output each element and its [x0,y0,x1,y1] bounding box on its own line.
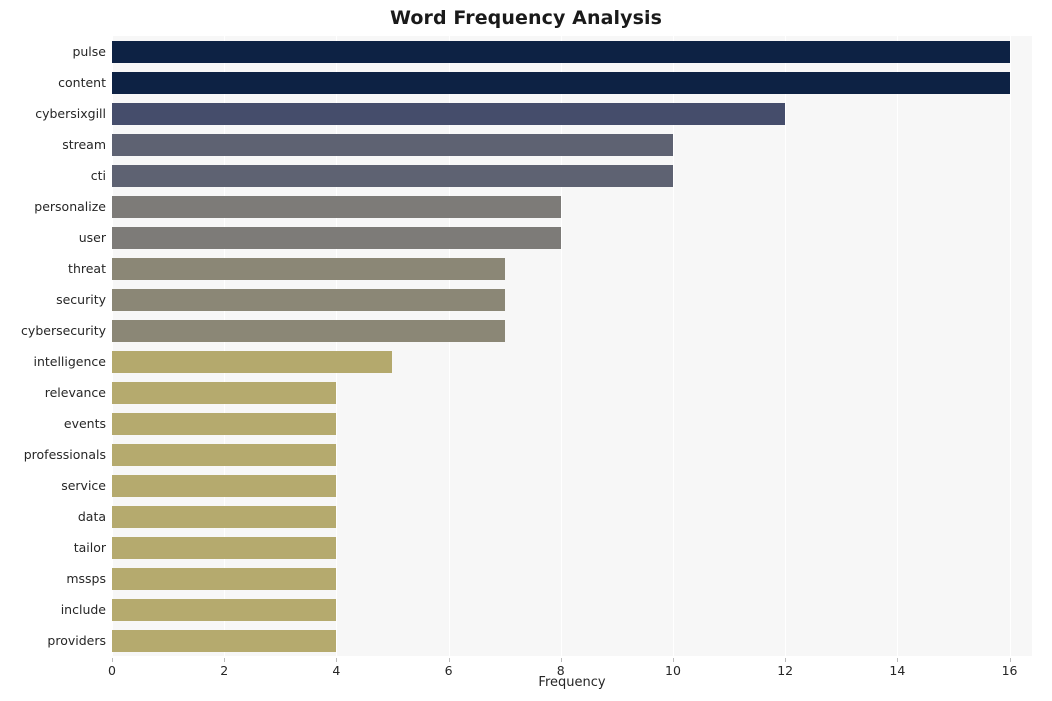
bar [112,567,337,590]
y-axis-tick-label: intelligence [33,353,106,369]
chart-title: Word Frequency Analysis [389,7,663,29]
x-axis-tick [448,658,450,662]
x-axis-tick [672,658,674,662]
bar [112,536,337,559]
y-axis-tick-label: providers [47,632,106,648]
bar [112,443,337,466]
y-axis-labels: pulse content cybersixgill stream cti persona… [0,36,106,656]
x-axis-tick [112,658,113,662]
bar [112,102,786,125]
bar [112,288,505,311]
bar [112,164,673,187]
y-axis-tick-label: tailor [73,539,106,555]
bar [112,40,1010,63]
y-axis-tick-label: cybersecurity [21,322,106,338]
x-axis-line [112,656,1032,657]
x-axis-tick [560,658,562,662]
bar-series [112,36,1032,656]
y-axis-tick-label: stream [62,136,106,152]
x-axis-tick [336,658,338,662]
bar [112,381,337,404]
y-axis-tick-label: include [60,601,106,617]
bar [112,350,393,373]
x-axis-tick [897,658,899,662]
bar [112,226,561,249]
y-axis-tick-label: pulse [72,43,106,59]
x-axis-title: Frequency [538,675,606,690]
bar [112,474,337,497]
bar [112,195,561,218]
x-axis-tick-labels: 0 2 4 6 8 10 12 14 16 [108,658,1032,678]
bar [112,257,505,280]
y-axis-tick-label: professionals [23,446,106,462]
y-axis-tick-label: service [61,477,106,493]
y-axis-tick-label: personalize [34,198,106,214]
x-axis-tick [1009,658,1011,662]
y-axis-tick-label: security [56,291,106,307]
y-axis-tick-label: relevance [44,384,106,400]
y-axis-tick-label: threat [68,260,106,276]
y-axis-tick-label: content [58,74,106,90]
y-axis-tick-label: events [63,415,106,431]
bar [112,505,337,528]
bar [112,71,1010,94]
y-axis-tick-label: cti [90,167,106,183]
y-axis-tick-label: cybersixgill [35,105,106,121]
bar [112,133,673,156]
x-axis-tick [785,658,787,662]
bar [112,412,337,435]
bar [112,629,337,652]
bar [112,319,505,342]
plot-area [112,36,1032,656]
x-axis-tick [224,658,226,662]
y-axis-tick-label: user [78,229,106,245]
y-axis-tick-label: mssps [66,570,106,586]
bar [112,598,337,621]
y-axis-tick-label: data [77,508,106,524]
word-frequency-chart: Word Frequency Analysis pulse content cybe… [0,0,1052,701]
